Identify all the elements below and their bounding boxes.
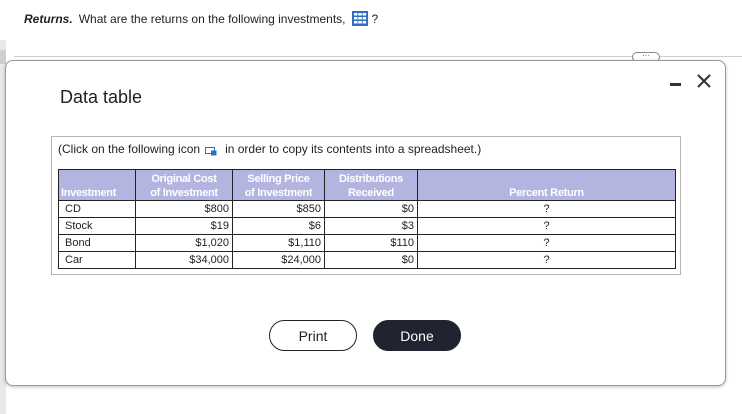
data-panel: (Click on the following icon in order to…: [51, 136, 681, 275]
instruction-before: (Click on the following icon: [58, 142, 201, 156]
cell-original-cost: $19: [135, 217, 233, 235]
dialog-title: Data table: [60, 87, 143, 107]
cell-distributions: $0: [324, 200, 418, 218]
cell-investment: CD: [58, 200, 136, 218]
cell-original-cost: $1,020: [135, 234, 233, 252]
table-row: Car $34,000 $24,000 $0 ?: [58, 251, 676, 269]
close-icon[interactable]: [695, 72, 713, 90]
cell-selling-price: $24,000: [232, 251, 325, 269]
copy-icon[interactable]: [205, 145, 217, 155]
table-row: Stock $19 $6 $3 ?: [58, 217, 676, 235]
grid-table-icon[interactable]: [351, 11, 368, 26]
header-percent-return: Percent Return: [417, 169, 676, 201]
cell-distributions: $3: [324, 217, 418, 235]
table-row: Bond $1,020 $1,110 $110 ?: [58, 234, 676, 252]
question-body: What are the returns on the following in…: [78, 11, 346, 26]
instruction-after: in order to copy its contents into a spr…: [225, 142, 482, 156]
cell-original-cost: $34,000: [135, 251, 233, 269]
investments-table: Investment Original Cost of Investment Se…: [58, 169, 676, 269]
cell-percent-return: ?: [417, 200, 676, 218]
header-distributions: Distributions Received: [324, 169, 418, 201]
cell-percent-return: ?: [417, 217, 676, 235]
cell-original-cost: $800: [135, 200, 233, 218]
data-table-dialog: Data table (Click on the following icon …: [5, 60, 726, 386]
header-investment: Investment: [58, 169, 136, 201]
left-strip-tab[interactable]: [0, 50, 6, 64]
table-header-row: Investment Original Cost of Investment Se…: [58, 169, 676, 201]
cell-distributions: $0: [324, 251, 418, 269]
cell-percent-return: ?: [417, 251, 676, 269]
header-original-cost: Original Cost of Investment: [135, 169, 233, 201]
question-text: Returns. What are the returns on the fol…: [24, 11, 378, 26]
done-button[interactable]: Done: [373, 320, 461, 351]
cell-selling-price: $1,110: [232, 234, 325, 252]
cell-investment: Bond: [58, 234, 136, 252]
header-selling-price: Selling Price of Investment: [232, 169, 325, 201]
cell-investment: Stock: [58, 217, 136, 235]
copy-instruction: (Click on the following icon in order to…: [58, 142, 481, 156]
table-row: CD $800 $850 $0 ?: [58, 200, 676, 218]
cell-selling-price: $6: [232, 217, 325, 235]
question-lead: Returns.: [24, 11, 73, 26]
cell-selling-price: $850: [232, 200, 325, 218]
cell-percent-return: ?: [417, 234, 676, 252]
cell-distributions: $110: [324, 234, 418, 252]
cell-investment: Car: [58, 251, 136, 269]
print-button[interactable]: Print: [269, 320, 357, 351]
minimize-icon[interactable]: [670, 75, 682, 91]
question-suffix: ?: [371, 11, 379, 26]
